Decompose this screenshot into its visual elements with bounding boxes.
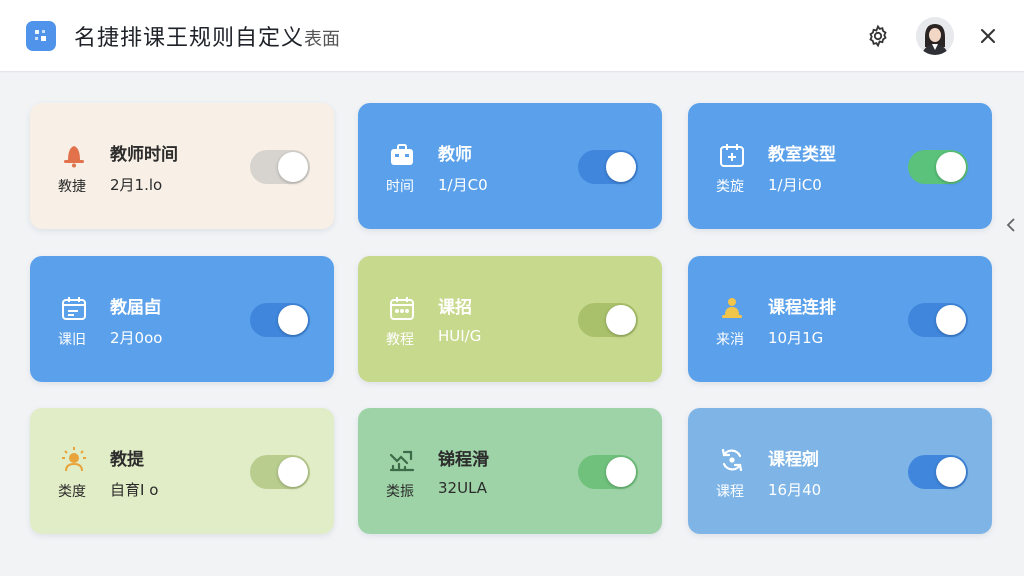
refresh-icon [716, 444, 748, 476]
rule-card-sub-value: HUI/G [438, 327, 482, 345]
rule-toggle[interactable] [908, 150, 968, 184]
rule-card-title: 教室类型 [768, 145, 836, 165]
toggle-knob [936, 152, 966, 182]
toggle-knob [936, 305, 966, 335]
rule-card-sub-label: 教捷 [58, 179, 86, 195]
rule-card-sub-label: 课程 [716, 484, 744, 500]
rule-card-sub-label: 类振 [386, 484, 414, 500]
rule-card-sub-label: 类旋 [716, 179, 744, 195]
rule-card-sub-label: 教程 [386, 332, 414, 348]
page-title-suffix: 表面 [304, 29, 341, 50]
rule-card-sub-value: 1/月iC0 [768, 176, 822, 194]
page-title: 名捷排课王规则自定义表面 [74, 20, 340, 52]
rule-card-sub-value: 2月1.lo [110, 176, 163, 194]
app-header: 名捷排课王规则自定义表面 [0, 0, 1024, 72]
rule-toggle[interactable] [250, 455, 310, 489]
rule-card-sub-label: 课旧 [58, 332, 86, 348]
rule-card-classroom-type[interactable]: 教室类型 类旋 1/月iC0 [688, 103, 992, 229]
rule-card-teacher-time[interactable]: 教师时间 教捷 2月1.lo [30, 103, 334, 229]
rule-card-sub-value: 16月40 [768, 481, 822, 499]
rule-card-sub-value: 2月0oo [110, 329, 163, 347]
rule-card-course-cycle[interactable]: 课程剜 课程 16月40 [688, 408, 992, 534]
rule-toggle[interactable] [578, 455, 638, 489]
person-pin-icon [716, 292, 748, 324]
rule-toggle[interactable] [578, 150, 638, 184]
user-avatar[interactable] [916, 17, 954, 55]
toggle-knob [278, 457, 308, 487]
rule-card-title: 锑程滑 [438, 450, 489, 470]
rule-card-sub-label: 时间 [386, 179, 414, 195]
rule-card-course-slot[interactable]: 锑程滑 类振 32ULA [358, 408, 662, 534]
rules-grid: 教师时间 教捷 2月1.lo 教师 时间 1/月C0 教室类型 类旋 1/月iC… [0, 73, 1024, 576]
close-button[interactable] [972, 20, 1004, 52]
rule-card-title: 教师 [438, 145, 472, 165]
toggle-knob [606, 457, 636, 487]
calendar-dots-icon [386, 292, 418, 324]
rule-toggle[interactable] [250, 150, 310, 184]
page-title-main: 名捷排课王规则自定义 [74, 26, 305, 51]
rule-card-sub-value: 32ULA [438, 479, 488, 497]
toggle-knob [936, 457, 966, 487]
rule-card-sub-label: 类度 [58, 484, 86, 500]
rule-card-sub-value: 1/月C0 [438, 176, 488, 194]
rule-card-title: 教提 [110, 450, 144, 470]
app-logo-icon [26, 21, 56, 51]
calendar-plus-icon [716, 139, 748, 171]
rule-card-course[interactable]: 课招 教程 HUI/G [358, 256, 662, 382]
briefcase-icon [386, 139, 418, 171]
settings-button[interactable] [862, 20, 894, 52]
rule-toggle[interactable] [908, 303, 968, 337]
rule-card-title: 教师时间 [110, 145, 178, 165]
calendar-icon [58, 292, 90, 324]
rule-card-sub-value: 自育I o [110, 481, 159, 499]
rule-card-sub-value: 10月1G [768, 329, 824, 347]
teacher-bell-icon [58, 139, 90, 171]
rule-card-title: 课程剜 [768, 450, 819, 470]
rule-card-data[interactable]: 教提 类度 自育I o [30, 408, 334, 534]
chart-check-icon [386, 444, 418, 476]
rule-card-schedule[interactable]: 教届卣 课旧 2月0oo [30, 256, 334, 382]
rule-card-title: 教届卣 [110, 298, 161, 318]
sun-person-icon [58, 444, 90, 476]
rule-card-sub-label: 来消 [716, 332, 744, 348]
toggle-knob [278, 305, 308, 335]
rule-toggle[interactable] [578, 303, 638, 337]
rule-card-teacher[interactable]: 教师 时间 1/月C0 [358, 103, 662, 229]
toggle-knob [278, 152, 308, 182]
rule-toggle[interactable] [908, 455, 968, 489]
toggle-knob [606, 152, 636, 182]
rule-card-title: 课程连排 [768, 298, 836, 318]
close-icon [981, 29, 995, 43]
collapse-panel-button[interactable] [1002, 213, 1020, 237]
rule-card-title: 课招 [438, 298, 472, 318]
toggle-knob [606, 305, 636, 335]
rule-toggle[interactable] [250, 303, 310, 337]
gear-icon [869, 24, 887, 48]
rule-card-consecutive[interactable]: 课程连排 来消 10月1G [688, 256, 992, 382]
chevron-left-icon [1006, 218, 1015, 232]
